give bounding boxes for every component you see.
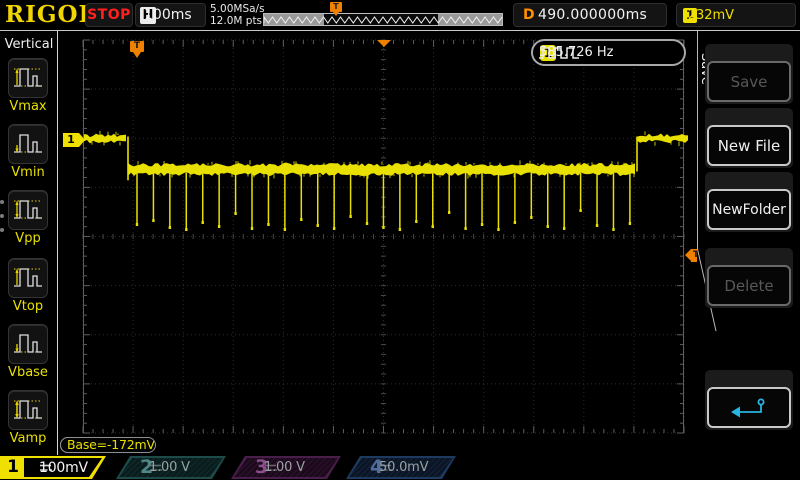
- new-file-button-label: New File: [717, 136, 781, 155]
- new-file-button[interactable]: New File: [705, 108, 793, 168]
- frequency-counter: 1 585.726 Hz: [531, 39, 686, 66]
- delete-button-label: Delete: [724, 276, 774, 295]
- new-folder-button-label: NewFolder: [712, 201, 786, 218]
- waveform-display: [82, 39, 688, 434]
- measurement-bar: Avg=-57.4mV Freq=***** Min=-172mV Max=20…: [60, 437, 696, 454]
- channel1-offset-marker[interactable]: 1: [63, 133, 85, 147]
- back-button[interactable]: [705, 370, 793, 430]
- channel2-badge[interactable]: 2 1.00 V: [116, 456, 228, 479]
- counter-value: 585.726 Hz: [539, 45, 614, 60]
- return-arrow-icon: [731, 398, 765, 417]
- measurement-base: Base=-172mV: [60, 437, 156, 453]
- delete-button[interactable]: Delete: [705, 248, 793, 308]
- channel1-badge[interactable]: 1 100mV: [0, 456, 106, 479]
- channel1-scale: 100mV: [39, 459, 88, 476]
- channel4-badge[interactable]: 4 50.0mV: [346, 456, 458, 479]
- channel3-scale: 1.00 V: [264, 460, 305, 475]
- save-button[interactable]: Save: [705, 44, 793, 104]
- right-menu: Save Save New File NewFolder Delete: [697, 31, 800, 455]
- save-button-label: Save: [730, 72, 768, 91]
- channel2-scale: 1.00 V: [149, 460, 190, 475]
- channel4-scale: 50.0mV: [379, 460, 429, 475]
- new-folder-button[interactable]: NewFolder: [705, 172, 793, 232]
- oscilloscope-screen: RIGOL STOP H 100ms 5.00MSa/s 12.0M pts T…: [0, 0, 800, 480]
- channel-bar: 1 100mV 2 1.00 V 3 1.00 V 4 50.0mV: [0, 455, 800, 480]
- trigger-position-marker[interactable]: T: [130, 41, 144, 58]
- screen-center-marker: [377, 40, 391, 47]
- channel3-badge[interactable]: 3 1.00 V: [231, 456, 343, 479]
